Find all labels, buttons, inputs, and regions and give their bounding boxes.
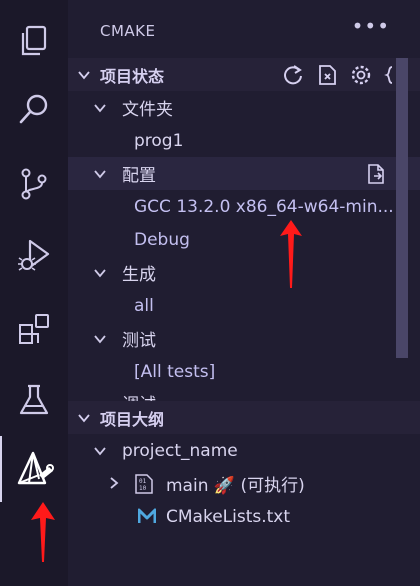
gear-icon[interactable] bbox=[350, 64, 372, 86]
tree-item-partial: 调试 bbox=[68, 384, 420, 402]
sidebar-title: CMAKE bbox=[100, 22, 156, 40]
kit-value: GCC 13.2.0 x86_64-w64-min... bbox=[134, 196, 394, 217]
tree-item-kit[interactable]: GCC 13.2.0 x86_64-w64-min... bbox=[68, 190, 420, 223]
chevron-down-icon bbox=[94, 170, 106, 179]
cmake-button[interactable] bbox=[0, 436, 68, 502]
scrollbar-thumb[interactable] bbox=[396, 58, 408, 358]
configure-label: 配置 bbox=[122, 166, 156, 186]
delete-cache-reconfigure-icon[interactable] bbox=[316, 64, 338, 86]
cmake-icon bbox=[17, 451, 54, 485]
more-actions-button[interactable]: ••• bbox=[352, 14, 390, 38]
tree-item-project[interactable]: project_name bbox=[68, 434, 420, 467]
search-icon bbox=[19, 94, 48, 124]
chevron-down-icon bbox=[78, 71, 90, 80]
chevron-down-icon bbox=[94, 269, 106, 278]
tree-item-configure[interactable]: 配置 bbox=[68, 157, 420, 190]
folder-value: prog1 bbox=[134, 130, 184, 151]
search-button[interactable] bbox=[0, 76, 68, 142]
tree-item-test[interactable]: 测试 bbox=[68, 322, 420, 355]
testing-icon bbox=[19, 384, 49, 415]
section-title: 项目状态 bbox=[100, 66, 165, 86]
tree-item-target[interactable]: 01 10 main 🚀 (可执行) bbox=[68, 467, 420, 500]
project-outline-section-header[interactable]: 项目大纲 bbox=[68, 401, 420, 434]
chevron-right-icon bbox=[110, 477, 119, 489]
run-debug-icon bbox=[18, 239, 50, 271]
binary-file-icon: 01 10 bbox=[135, 474, 153, 494]
cmake-file-icon bbox=[138, 508, 156, 523]
run-debug-button[interactable] bbox=[0, 222, 68, 288]
section-toolbar bbox=[282, 64, 406, 86]
chevron-down-icon bbox=[94, 335, 106, 344]
test-label: 测试 bbox=[122, 331, 156, 351]
tree-item-folder-value[interactable]: prog1 bbox=[68, 124, 420, 157]
folder-label: 文件夹 bbox=[122, 100, 173, 120]
file-name: CMakeLists.txt bbox=[166, 506, 291, 527]
target-name: main 🚀 (可执行) bbox=[166, 476, 305, 496]
explorer-button[interactable] bbox=[0, 8, 68, 74]
configure-file-icon[interactable] bbox=[366, 163, 386, 185]
annotation-arrow-up-icon bbox=[280, 220, 302, 288]
files-icon bbox=[21, 25, 47, 56]
chevron-down-icon bbox=[78, 414, 90, 423]
build-label: 生成 bbox=[122, 265, 156, 285]
project-status-section-header[interactable]: 项目状态 bbox=[68, 58, 420, 91]
annotation-arrow-up-icon bbox=[31, 502, 55, 562]
chevron-down-icon bbox=[94, 447, 106, 456]
svg-text:10: 10 bbox=[139, 485, 147, 492]
extensions-button[interactable] bbox=[0, 296, 68, 362]
tree-item-build[interactable]: 生成 bbox=[68, 256, 420, 289]
refresh-icon[interactable] bbox=[282, 64, 304, 86]
cmake-sidebar: CMAKE ••• 项目状态 文件夹 prog1 配置 GCC 13.2.0 x… bbox=[68, 0, 420, 586]
activity-bar bbox=[0, 0, 68, 586]
section-title: 项目大纲 bbox=[100, 409, 165, 429]
tree-item-build-target[interactable]: all bbox=[68, 289, 420, 322]
source-control-button[interactable] bbox=[0, 151, 68, 217]
tree-item-cmakelists[interactable]: CMakeLists.txt bbox=[68, 500, 420, 533]
tree-item-build-type[interactable]: Debug bbox=[68, 223, 420, 256]
build-type-value: Debug bbox=[134, 229, 190, 250]
source-control-icon bbox=[21, 168, 47, 200]
project-name: project_name bbox=[122, 440, 238, 461]
build-target-value: all bbox=[134, 295, 154, 316]
extensions-icon bbox=[19, 314, 49, 344]
testing-button[interactable] bbox=[0, 367, 68, 433]
test-value: [All tests] bbox=[134, 361, 216, 382]
chevron-down-icon bbox=[94, 104, 106, 113]
tree-item-folder[interactable]: 文件夹 bbox=[68, 91, 420, 124]
svg-text:01: 01 bbox=[139, 478, 147, 485]
